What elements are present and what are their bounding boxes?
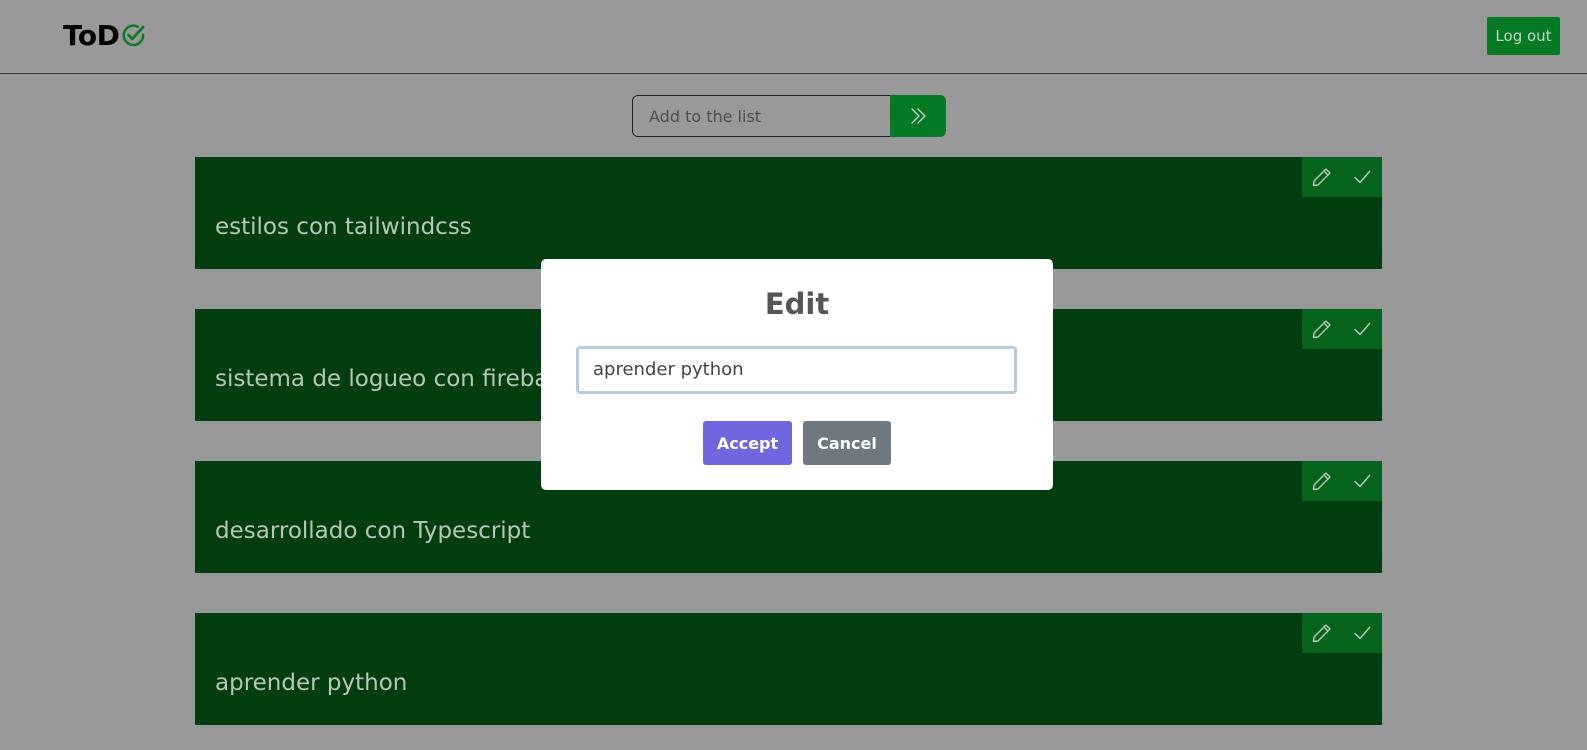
complete-task-button[interactable] <box>1342 157 1382 197</box>
add-task-button[interactable] <box>890 95 946 137</box>
check-icon <box>1354 170 1371 184</box>
check-circle-icon <box>122 23 145 46</box>
modal-title: Edit <box>764 287 830 321</box>
edit-modal: Edit aprender python Accept Cancel <box>541 259 1053 490</box>
task-text: aprender python <box>215 670 408 696</box>
task-item: estilos con tailwindcss <box>195 157 1382 269</box>
edit-task-input[interactable]: aprender python <box>576 346 1017 394</box>
top-header: ToD Log out <box>0 0 1587 74</box>
task-actions <box>1302 309 1382 349</box>
logo-text: ToD <box>63 18 120 52</box>
complete-task-button[interactable] <box>1342 461 1382 501</box>
task-text: desarrollado con Typescript <box>215 518 531 544</box>
task-item: aprender python <box>195 613 1382 725</box>
check-icon <box>1354 322 1371 336</box>
edit-task-button[interactable] <box>1302 613 1342 653</box>
pencil-icon <box>1312 168 1331 187</box>
check-icon <box>1354 474 1371 488</box>
app-logo: ToD <box>63 18 147 52</box>
task-actions <box>1302 461 1382 501</box>
logout-button[interactable]: Log out <box>1487 17 1560 55</box>
task-text: sistema de logueo con firebase <box>215 366 575 392</box>
complete-task-button[interactable] <box>1342 309 1382 349</box>
task-actions <box>1302 613 1382 653</box>
add-task-input[interactable] <box>632 95 890 137</box>
complete-task-button[interactable] <box>1342 613 1382 653</box>
accept-button[interactable]: Accept <box>703 421 792 465</box>
pencil-icon <box>1312 624 1331 643</box>
double-chevron-right-icon <box>911 108 926 124</box>
edit-task-button[interactable] <box>1302 461 1342 501</box>
add-task-form <box>632 95 946 137</box>
cancel-button[interactable]: Cancel <box>803 421 891 465</box>
check-icon <box>1354 626 1371 640</box>
task-actions <box>1302 157 1382 197</box>
edit-task-button[interactable] <box>1302 309 1342 349</box>
task-text: estilos con tailwindcss <box>215 214 472 240</box>
pencil-icon <box>1312 472 1331 491</box>
pencil-icon <box>1312 320 1331 339</box>
edit-task-button[interactable] <box>1302 157 1342 197</box>
